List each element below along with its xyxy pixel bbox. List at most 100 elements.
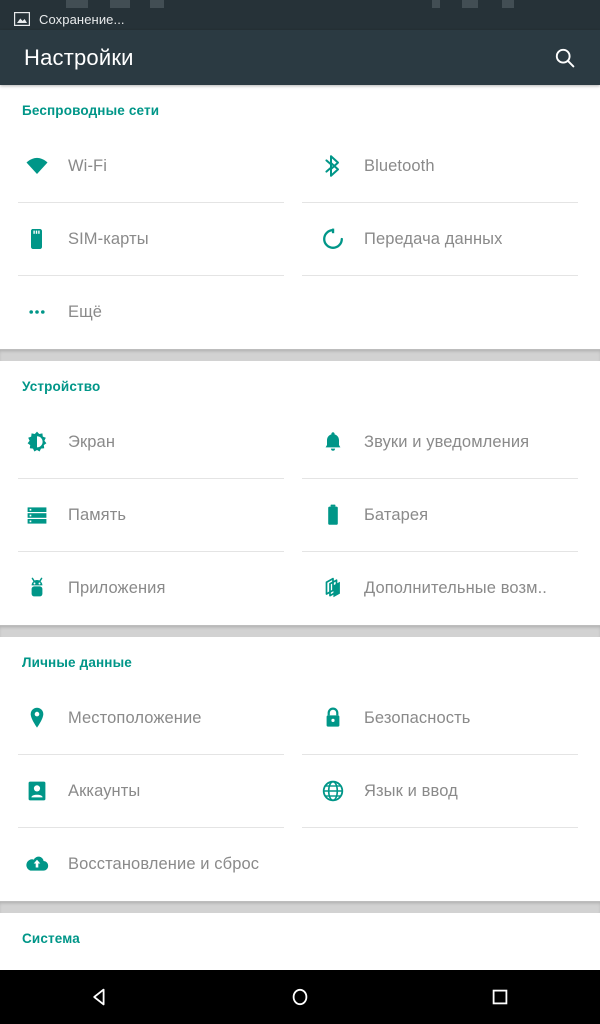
more-dots-icon	[22, 297, 52, 327]
row-divider	[302, 827, 578, 828]
settings-cell: Приложения	[0, 552, 300, 625]
settings-item-label: Передача данных	[364, 229, 503, 248]
settings-item-clipped-left[interactable]	[0, 958, 300, 970]
settings-cell: Wi-Fi	[0, 130, 300, 203]
section-device: Устройство Экран Звуки и уведомления Пам…	[0, 361, 600, 625]
app-bar: Настройки	[0, 30, 600, 85]
section-personal: Личные данные Местоположение Безопасност…	[0, 637, 600, 901]
section-separator	[0, 901, 600, 913]
settings-cell: Безопасность	[300, 682, 600, 755]
settings-cell: Передача данных	[300, 203, 600, 276]
section-system: Система	[0, 913, 600, 970]
search-button[interactable]	[548, 41, 582, 75]
data-usage-icon	[318, 224, 348, 254]
settings-cell: Язык и ввод	[300, 755, 600, 828]
settings-item-storage[interactable]: Память	[0, 479, 300, 551]
row-divider-spacer	[300, 624, 600, 625]
settings-item-wifi[interactable]: Wi-Fi	[0, 130, 300, 202]
image-icon	[14, 12, 31, 27]
settings-cell: Bluetooth	[300, 130, 600, 203]
android-navigation-bar	[0, 970, 600, 1024]
settings-item-battery[interactable]: Батарея	[300, 479, 600, 551]
row-divider-spacer	[0, 624, 300, 625]
settings-list[interactable]: Беспроводные сети Wi-Fi Bluetooth SIM-ка…	[0, 85, 600, 970]
globe-icon	[318, 776, 348, 806]
settings-item-backup-reset[interactable]: Восстановление и сброс	[0, 828, 300, 900]
battery-icon	[318, 500, 348, 530]
settings-item-label: Местоположение	[68, 708, 202, 727]
settings-item-extras[interactable]: Дополнительные возм..	[300, 552, 600, 624]
back-triangle-icon	[93, 988, 105, 1006]
settings-cell	[300, 958, 600, 970]
settings-item-label: SIM-карты	[68, 229, 149, 248]
backup-cloud-icon	[22, 849, 52, 879]
status-bar: Сохранение...	[0, 8, 600, 30]
settings-item-bluetooth[interactable]: Bluetooth	[300, 130, 600, 202]
settings-cell: Аккаунты	[0, 755, 300, 828]
settings-item-security[interactable]: Безопасность	[300, 682, 600, 754]
section-header: Система	[22, 931, 80, 946]
settings-item-display[interactable]: Экран	[0, 406, 300, 478]
settings-item-sound-notifications[interactable]: Звуки и уведомления	[300, 406, 600, 478]
settings-item-label: Приложения	[68, 578, 166, 597]
settings-cell	[0, 958, 300, 970]
location-pin-icon	[22, 703, 52, 733]
section-separator	[0, 349, 600, 361]
bell-icon	[318, 427, 348, 457]
settings-item-label: Безопасность	[364, 708, 471, 727]
recents-square-icon	[492, 989, 508, 1005]
settings-item-location[interactable]: Местоположение	[0, 682, 300, 754]
section-wireless: Беспроводные сети Wi-Fi Bluetooth SIM-ка…	[0, 85, 600, 349]
section-header: Беспроводные сети	[22, 103, 160, 118]
search-icon	[555, 48, 575, 67]
sim-card-icon	[22, 224, 52, 254]
settings-item-accounts[interactable]: Аккаунты	[0, 755, 300, 827]
settings-item-label: Язык и ввод	[364, 781, 458, 800]
settings-item-apps[interactable]: Приложения	[0, 552, 300, 624]
settings-cell: Ещё	[0, 276, 300, 349]
section-header: Личные данные	[22, 655, 132, 670]
lock-icon	[318, 703, 348, 733]
settings-item-label: Восстановление и сброс	[68, 854, 260, 873]
settings-item-label: Аккаунты	[68, 781, 141, 800]
settings-cell: Батарея	[300, 479, 600, 552]
settings-item-label: Bluetooth	[364, 156, 435, 175]
settings-cell: Восстановление и сброс	[0, 828, 300, 901]
settings-item-label: Экран	[68, 432, 116, 451]
settings-item-label: Дополнительные возм..	[364, 578, 547, 597]
settings-item-clipped-right[interactable]	[300, 958, 600, 970]
settings-item-more[interactable]: Ещё	[0, 276, 300, 348]
settings-item-label: Ещё	[68, 302, 103, 321]
settings-item-sim-cards[interactable]: SIM-карты	[0, 203, 300, 275]
settings-item-label: Память	[68, 505, 127, 524]
settings-item-label: Батарея	[364, 505, 429, 524]
settings-cell: Звуки и уведомления	[300, 406, 600, 479]
settings-item-label: Звуки и уведомления	[364, 432, 530, 451]
android-icon	[22, 573, 52, 603]
account-icon	[22, 776, 52, 806]
android-settings-screen: Сохранение... Настройки Беспроводные сет…	[0, 0, 600, 1024]
settings-cell: Память	[0, 479, 300, 552]
settings-cell: Экран	[0, 406, 300, 479]
settings-item-language-input[interactable]: Язык и ввод	[300, 755, 600, 827]
status-bar-cut-row	[0, 0, 600, 8]
wifi-icon	[22, 151, 52, 181]
settings-cell: Дополнительные возм..	[300, 552, 600, 625]
section-separator	[0, 625, 600, 637]
settings-item-data-usage[interactable]: Передача данных	[300, 203, 600, 275]
brightness-icon	[22, 427, 52, 457]
back-button[interactable]	[70, 970, 130, 1024]
row-divider-spacer	[0, 900, 300, 901]
status-notification-text: Сохранение...	[39, 11, 125, 27]
settings-cell: SIM-карты	[0, 203, 300, 276]
settings-item-label: Wi-Fi	[68, 156, 107, 175]
home-circle-icon	[292, 988, 308, 1006]
home-button[interactable]	[270, 970, 330, 1024]
section-header: Устройство	[22, 379, 101, 394]
storage-icon	[22, 500, 52, 530]
row-divider-spacer	[0, 348, 300, 349]
settings-cell: Местоположение	[0, 682, 300, 755]
recents-button[interactable]	[470, 970, 530, 1024]
bluetooth-icon	[318, 151, 348, 181]
extras-icon	[318, 573, 348, 603]
